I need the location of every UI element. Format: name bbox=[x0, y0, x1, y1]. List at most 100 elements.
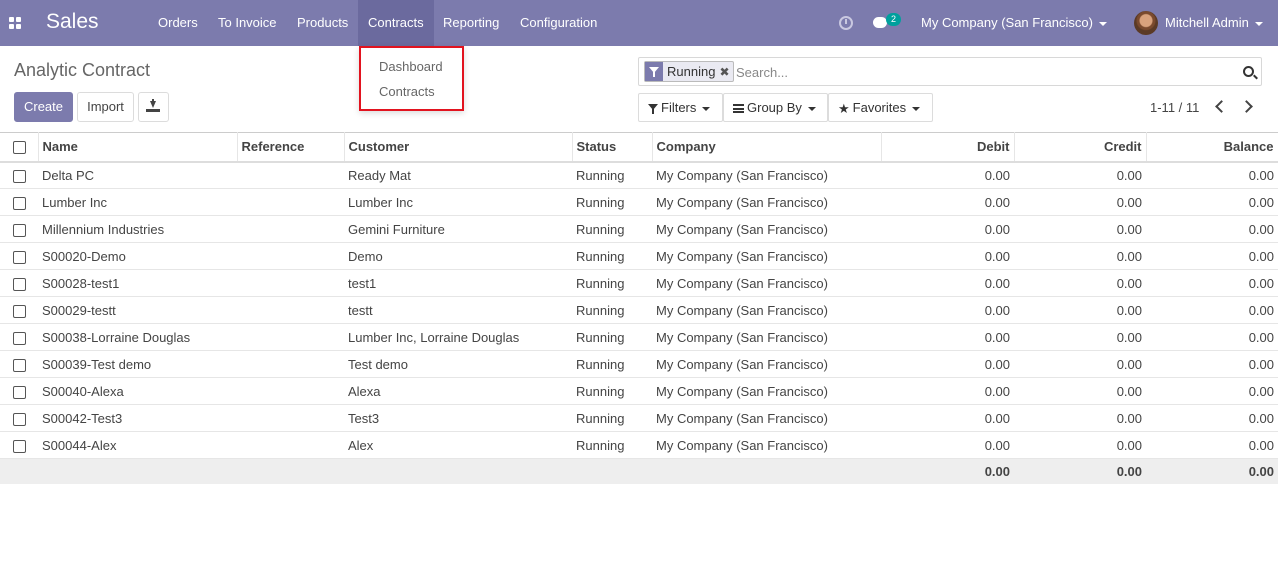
cell-company[interactable]: My Company (San Francisco) bbox=[652, 377, 881, 405]
cell-reference[interactable] bbox=[237, 215, 344, 243]
import-button[interactable]: Import bbox=[77, 92, 134, 122]
cell-debit[interactable]: 0.00 bbox=[881, 377, 1014, 405]
search-bar[interactable]: Running ✖ Search... bbox=[638, 57, 1262, 86]
cell-status[interactable]: Running bbox=[572, 269, 652, 297]
dropdown-item-contracts[interactable]: Contracts bbox=[379, 84, 435, 99]
row-checkbox[interactable] bbox=[13, 277, 26, 291]
cell-company[interactable]: My Company (San Francisco) bbox=[652, 323, 881, 351]
cell-reference[interactable] bbox=[237, 377, 344, 405]
menu-to-invoice[interactable]: To Invoice bbox=[208, 0, 287, 46]
cell-debit[interactable]: 0.00 bbox=[881, 404, 1014, 432]
column-header-debit[interactable]: Debit bbox=[881, 132, 1015, 163]
cell-customer[interactable]: testt bbox=[344, 296, 572, 324]
dropdown-item-dashboard[interactable]: Dashboard bbox=[379, 59, 443, 74]
select-all-cell[interactable] bbox=[0, 132, 39, 163]
table-row[interactable]: Lumber Inc Lumber Inc Running My Company (S… bbox=[0, 188, 1278, 216]
cell-credit[interactable]: 0.00 bbox=[1014, 269, 1146, 297]
cell-customer[interactable]: Lumber Inc, Lorraine Douglas bbox=[344, 323, 572, 351]
cell-company[interactable]: My Company (San Francisco) bbox=[652, 215, 881, 243]
cell-company[interactable]: My Company (San Francisco) bbox=[652, 350, 881, 378]
column-header-company[interactable]: Company bbox=[652, 132, 882, 163]
activity-clock-icon[interactable] bbox=[839, 16, 853, 30]
column-header-name[interactable]: Name bbox=[38, 132, 238, 163]
cell-name[interactable]: Millennium Industries bbox=[38, 215, 237, 243]
cell-balance[interactable]: 0.00 bbox=[1146, 404, 1278, 432]
row-checkbox[interactable] bbox=[13, 412, 26, 426]
cell-customer[interactable]: Demo bbox=[344, 242, 572, 270]
cell-debit[interactable]: 0.00 bbox=[881, 188, 1014, 216]
cell-company[interactable]: My Company (San Francisco) bbox=[652, 161, 881, 189]
messages-chat-icon[interactable] bbox=[873, 17, 887, 28]
row-checkbox[interactable] bbox=[13, 250, 26, 264]
row-checkbox[interactable] bbox=[13, 304, 26, 318]
cell-credit[interactable]: 0.00 bbox=[1014, 377, 1146, 405]
cell-company[interactable]: My Company (San Francisco) bbox=[652, 269, 881, 297]
user-menu[interactable]: Mitchell Admin bbox=[1165, 0, 1263, 46]
row-checkbox[interactable] bbox=[13, 169, 26, 183]
cell-company[interactable]: My Company (San Francisco) bbox=[652, 431, 881, 459]
cell-reference[interactable] bbox=[237, 404, 344, 432]
cell-status[interactable]: Running bbox=[572, 431, 652, 459]
table-row[interactable]: S00044-Alex Alex Running My Company (San Fr… bbox=[0, 431, 1278, 459]
cell-name[interactable]: S00038-Lorraine Douglas bbox=[38, 323, 237, 351]
menu-orders[interactable]: Orders bbox=[148, 0, 208, 46]
cell-reference[interactable] bbox=[237, 296, 344, 324]
cell-balance[interactable]: 0.00 bbox=[1146, 215, 1278, 243]
row-checkbox[interactable] bbox=[13, 196, 26, 210]
row-select-cell[interactable] bbox=[0, 350, 38, 378]
cell-balance[interactable]: 0.00 bbox=[1146, 188, 1278, 216]
cell-debit[interactable]: 0.00 bbox=[881, 215, 1014, 243]
column-header-credit[interactable]: Credit bbox=[1014, 132, 1147, 163]
cell-balance[interactable]: 0.00 bbox=[1146, 350, 1278, 378]
cell-balance[interactable]: 0.00 bbox=[1146, 269, 1278, 297]
chevron-left-icon[interactable] bbox=[1214, 99, 1226, 113]
cell-company[interactable]: My Company (San Francisco) bbox=[652, 242, 881, 270]
cell-debit[interactable]: 0.00 bbox=[881, 269, 1014, 297]
table-row[interactable]: S00029-testt testt Running My Company (San … bbox=[0, 296, 1278, 324]
chevron-right-icon[interactable] bbox=[1242, 99, 1254, 113]
row-checkbox[interactable] bbox=[13, 385, 26, 399]
row-select-cell[interactable] bbox=[0, 215, 38, 243]
cell-balance[interactable]: 0.00 bbox=[1146, 242, 1278, 270]
row-select-cell[interactable] bbox=[0, 377, 38, 405]
cell-reference[interactable] bbox=[237, 242, 344, 270]
cell-balance[interactable]: 0.00 bbox=[1146, 323, 1278, 351]
company-switcher[interactable]: My Company (San Francisco) bbox=[921, 0, 1107, 46]
row-select-cell[interactable] bbox=[0, 404, 38, 432]
menu-configuration[interactable]: Configuration bbox=[510, 0, 607, 46]
cell-credit[interactable]: 0.00 bbox=[1014, 350, 1146, 378]
create-button[interactable]: Create bbox=[14, 92, 73, 122]
row-select-cell[interactable] bbox=[0, 431, 38, 459]
row-select-cell[interactable] bbox=[0, 242, 38, 270]
table-row[interactable]: S00028-test1 test1 Running My Company (San … bbox=[0, 269, 1278, 297]
cell-debit[interactable]: 0.00 bbox=[881, 431, 1014, 459]
group-by-button[interactable]: Group By bbox=[723, 93, 828, 122]
row-checkbox[interactable] bbox=[13, 358, 26, 372]
row-checkbox[interactable] bbox=[13, 223, 26, 237]
cell-customer[interactable]: Test demo bbox=[344, 350, 572, 378]
cell-name[interactable]: S00040-Alexa bbox=[38, 377, 237, 405]
cell-status[interactable]: Running bbox=[572, 188, 652, 216]
cell-name[interactable]: S00029-testt bbox=[38, 296, 237, 324]
menu-products[interactable]: Products bbox=[287, 0, 358, 46]
cell-name[interactable]: S00042-Test3 bbox=[38, 404, 237, 432]
cell-debit[interactable]: 0.00 bbox=[881, 161, 1014, 189]
apps-menu-icon[interactable] bbox=[9, 17, 21, 29]
cell-customer[interactable]: Ready Mat bbox=[344, 161, 572, 189]
row-select-cell[interactable] bbox=[0, 323, 38, 351]
cell-credit[interactable]: 0.00 bbox=[1014, 296, 1146, 324]
cell-status[interactable]: Running bbox=[572, 296, 652, 324]
row-select-cell[interactable] bbox=[0, 188, 38, 216]
search-icon[interactable] bbox=[1243, 66, 1254, 77]
cell-customer[interactable]: Test3 bbox=[344, 404, 572, 432]
cell-debit[interactable]: 0.00 bbox=[881, 350, 1014, 378]
table-row[interactable]: Delta PC Ready Mat Running My Company (San … bbox=[0, 161, 1278, 189]
cell-credit[interactable]: 0.00 bbox=[1014, 242, 1146, 270]
cell-name[interactable]: Delta PC bbox=[38, 161, 237, 189]
cell-debit[interactable]: 0.00 bbox=[881, 323, 1014, 351]
table-row[interactable]: S00039-Test demo Test demo Running My Compa… bbox=[0, 350, 1278, 378]
search-input[interactable]: Search... bbox=[736, 65, 788, 80]
table-row[interactable]: S00042-Test3 Test3 Running My Company (San … bbox=[0, 404, 1278, 432]
user-avatar[interactable] bbox=[1134, 11, 1158, 35]
cell-balance[interactable]: 0.00 bbox=[1146, 296, 1278, 324]
